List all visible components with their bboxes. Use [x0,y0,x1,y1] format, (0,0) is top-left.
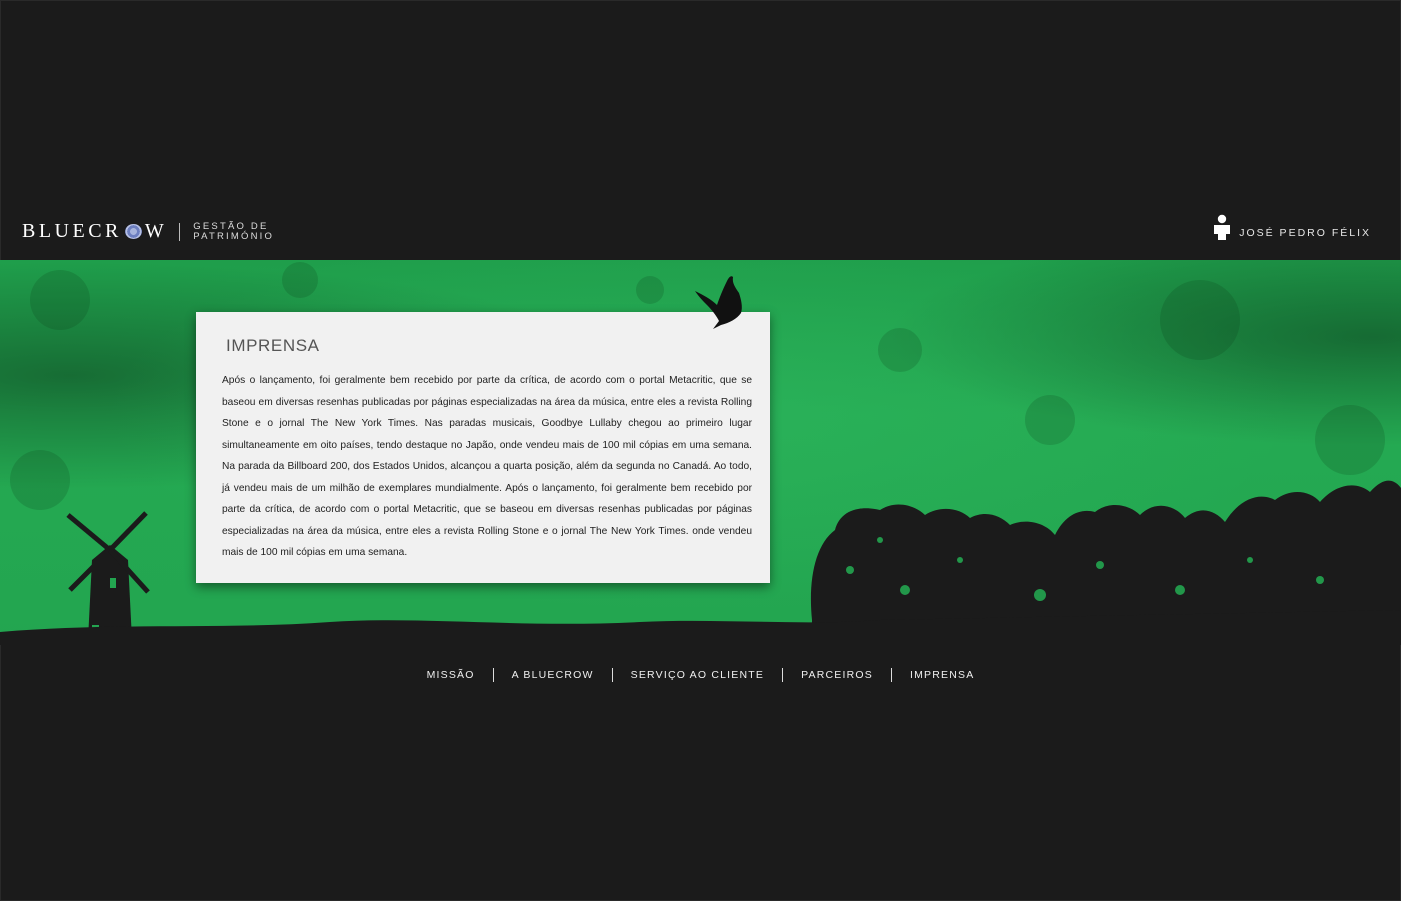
footer-nav: MISSÃO A BLUECROW SERVIÇO AO CLIENTE PAR… [0,668,1401,682]
logo-text-part2: W [144,220,168,242]
logo-text-part1: BLUECR [22,220,122,242]
user-icon [1214,214,1231,240]
tagline-line2: PATRIMÓNIO [193,230,275,242]
user-menu[interactable]: JOSÉ PEDRO FÉLIX [1213,214,1371,240]
crow-icon [695,276,742,329]
nav-item-missao[interactable]: MISSÃO [409,669,493,681]
nav-item-imprensa[interactable]: IMPRENSA [892,669,992,681]
nav-item-a-bluecrow[interactable]: A BLUECROW [494,669,612,681]
logo[interactable]: BLUECR W GESTÃO DE PATRIMÓNIO [22,220,274,243]
user-name: JOSÉ PEDRO FÉLIX [1239,227,1371,239]
card-title: IMPRENSA [226,336,320,355]
nav-item-servico-ao-cliente[interactable]: SERVIÇO AO CLIENTE [613,669,782,681]
logo-tagline: GESTÃO DE PATRIMÓNIO [193,220,275,242]
header: BLUECR W GESTÃO DE PATRIMÓNIO JOSÉ PEDRO … [0,200,1401,260]
ground-silhouette [0,610,1401,645]
logo-divider [179,222,181,241]
tagline-line1: GESTÃO DE [193,220,269,232]
nav-item-parceiros[interactable]: PARCEIROS [783,669,891,681]
logo-wordmark: BLUECR W [22,220,167,243]
logo-globe-icon [124,224,142,239]
windmill-illustration [66,511,150,640]
press-card: IMPRENSA Após o lançamento, foi geralmen… [196,312,770,583]
card-body-text: Após o lançamento, foi geralmente bem re… [222,375,752,558]
